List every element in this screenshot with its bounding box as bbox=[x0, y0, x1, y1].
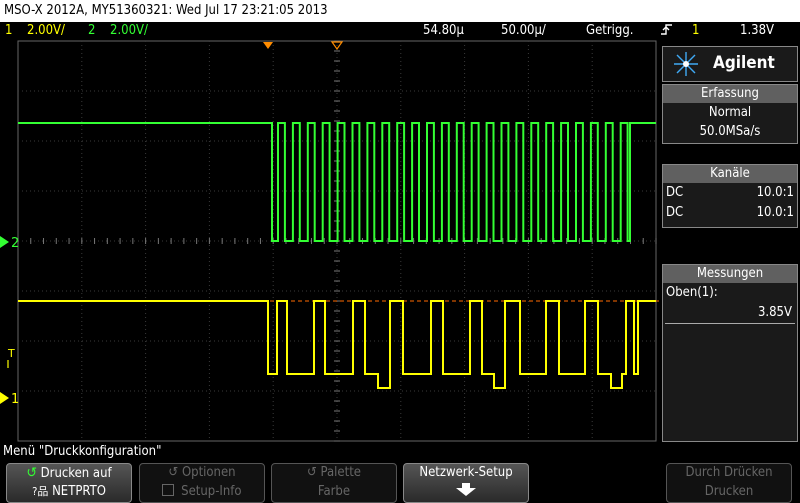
sample-rate: 50.0MSa/s bbox=[699, 124, 761, 139]
network-icon: ?品 bbox=[32, 485, 49, 498]
trigger-level[interactable]: 1.38V bbox=[740, 22, 774, 40]
acquisition-header: Erfassung bbox=[663, 85, 797, 103]
ch1-probe: 10.0:1 bbox=[756, 185, 794, 200]
waveform-graticule: 2 T 1 bbox=[0, 40, 660, 442]
ch1-ground-marker-icon bbox=[0, 392, 9, 404]
acquisition-panel[interactable]: Erfassung Normal 50.0MSa/s bbox=[662, 84, 798, 144]
checkbox-icon[interactable] bbox=[162, 484, 175, 496]
ch2-scale[interactable]: 2.00V/ bbox=[110, 22, 148, 40]
palette-label: Palette bbox=[320, 465, 361, 480]
time-per-div[interactable]: 50.00µ/ bbox=[501, 22, 546, 40]
rotate-knob-icon: ↺ bbox=[26, 465, 37, 481]
network-setup-label: Netzwerk-Setup bbox=[419, 465, 513, 480]
options-label: Optionen bbox=[181, 465, 236, 480]
agilent-spark-icon bbox=[674, 52, 698, 76]
top-markers bbox=[263, 41, 344, 51]
softkey-bar: ↺ Drucken auf ?品 NETPRTO ↺ Optionen Setu… bbox=[0, 461, 800, 503]
print-hint-line2: Drucken bbox=[704, 484, 754, 499]
channel-row-1: DC 10.0:1 bbox=[663, 183, 797, 203]
print-to-softkey[interactable]: ↺ Drucken auf ?品 NETPRTO bbox=[6, 463, 132, 503]
setup-info-label: Setup-Info bbox=[181, 484, 242, 499]
ch2-number[interactable]: 2 bbox=[88, 22, 95, 40]
options-softkey[interactable]: ↺ Optionen Setup-Info bbox=[139, 463, 265, 503]
channels-panel[interactable]: Kanäle DC 10.0:1 DC 10.0:1 bbox=[662, 164, 798, 228]
acquisition-mode: Normal bbox=[708, 105, 752, 120]
measurement-value: 3.85V bbox=[665, 303, 795, 324]
measurements-panel[interactable]: Messungen Oben(1): 3.85V bbox=[662, 264, 798, 442]
title-bar: MSO-X 2012A, MY51360321: Wed Jul 17 23:2… bbox=[0, 0, 800, 22]
trigger-position-marker-icon bbox=[263, 42, 273, 49]
waveform-display[interactable]: 2 T 1 bbox=[0, 40, 660, 442]
ch2-probe: 10.0:1 bbox=[756, 205, 794, 220]
ch2-coupling: DC bbox=[666, 205, 684, 220]
print-softkey[interactable]: Durch Drücken Drucken bbox=[666, 463, 792, 503]
ch1-scale[interactable]: 2.00V/ bbox=[27, 22, 65, 40]
side-panel: Agilent Erfassung Normal 50.0MSa/s Kanäl… bbox=[660, 44, 800, 442]
agilent-logo: Agilent bbox=[662, 46, 798, 82]
print-to-value: NETPRTO bbox=[52, 484, 106, 499]
trigger-edge-icon bbox=[660, 22, 674, 44]
trigger-level-marker-label: T bbox=[7, 347, 15, 360]
rotate-knob-icon: ↺ bbox=[168, 465, 179, 480]
print-to-label: Drucken auf bbox=[40, 466, 112, 481]
ch1-number[interactable]: 1 bbox=[5, 22, 12, 40]
status-bar: 1 2.00V/ 2 2.00V/ 54.80µ 50.00µ/ Getrigg… bbox=[0, 22, 800, 40]
left-markers: 2 T 1 bbox=[0, 236, 19, 407]
ch1-coupling: DC bbox=[666, 185, 684, 200]
ch2-ground-marker-icon bbox=[0, 236, 9, 248]
channels-header: Kanäle bbox=[663, 165, 797, 183]
ch2-waveform bbox=[18, 122, 656, 242]
menu-label: Menü "Druckkonfiguration" bbox=[0, 443, 800, 461]
trigger-source[interactable]: 1 bbox=[692, 22, 699, 40]
measurement-label: Oben(1): bbox=[666, 285, 718, 300]
channel-row-2: DC 10.0:1 bbox=[663, 203, 797, 223]
print-hint-line1: Durch Drücken bbox=[685, 465, 773, 480]
trigger-mode[interactable]: Getrigg. bbox=[586, 22, 633, 40]
palette-value: Farbe bbox=[317, 484, 351, 499]
ch1-marker-label: 1 bbox=[11, 392, 19, 407]
brand-name: Agilent bbox=[713, 53, 775, 73]
arrow-down-icon bbox=[404, 483, 528, 502]
measurements-header: Messungen bbox=[663, 265, 797, 283]
ch2-marker-label: 2 bbox=[11, 236, 19, 251]
palette-softkey[interactable]: ↺ Palette Farbe bbox=[271, 463, 397, 503]
ch1-waveform bbox=[18, 300, 656, 389]
rotate-knob-icon: ↺ bbox=[307, 465, 317, 480]
network-setup-softkey[interactable]: Netzwerk-Setup bbox=[403, 463, 529, 503]
timebase-position[interactable]: 54.80µ bbox=[423, 22, 464, 40]
instrument-title: MSO-X 2012A, MY51360321: Wed Jul 17 23:2… bbox=[4, 3, 328, 18]
